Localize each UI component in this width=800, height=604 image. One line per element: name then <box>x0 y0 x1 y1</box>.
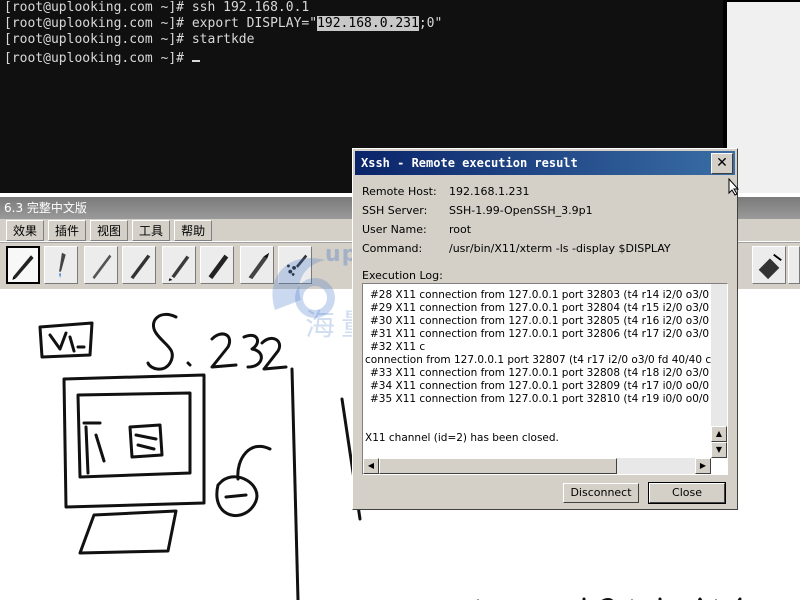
dialog-title: Xssh - Remote execution result <box>361 156 578 170</box>
scroll-right-icon[interactable]: ▶ <box>695 458 711 474</box>
brush-knife-icon[interactable] <box>240 246 274 284</box>
menu-plugins[interactable]: 插件 <box>48 220 87 241</box>
brush-pen-icon[interactable] <box>6 246 40 284</box>
command-text: startkde <box>191 32 255 47</box>
brush-dropper-icon[interactable] <box>44 246 78 284</box>
field-value: root <box>449 223 472 236</box>
scroll-left-icon[interactable]: ◀ <box>363 458 379 474</box>
command-text: export DISPLAY=" <box>191 16 318 31</box>
log-line: #35 X11 connection from 127.0.0.1 port 3… <box>370 393 728 405</box>
log-vertical-scrollbar[interactable]: ▲ ▼ <box>711 284 727 458</box>
log-label: Execution Log: <box>362 269 443 282</box>
brush-bucket-icon[interactable] <box>752 246 786 284</box>
log-line: #30 X11 connection from 127.0.0.1 port 3… <box>370 315 728 327</box>
command-text: ssh 192.168.0.1 <box>191 0 310 15</box>
brush-charcoal-icon[interactable] <box>122 246 156 284</box>
terminal-line: [root@uplooking.com ~]# export DISPLAY="… <box>4 16 719 32</box>
prompt: [root@uplooking.com ~]# <box>4 0 192 15</box>
log-line: connection from 127.0.0.1 port 32807 (t4… <box>365 354 728 366</box>
command-text: ;0" <box>418 16 443 31</box>
log-line: #32 X11 c <box>370 341 426 353</box>
field-label: SSH Server: <box>362 204 428 217</box>
log-horizontal-scrollbar[interactable]: ◀ ▶ <box>363 458 711 474</box>
log-line: X11 channel (id=2) has been closed. <box>365 432 559 444</box>
brush-spray-icon[interactable] <box>278 246 312 284</box>
close-button[interactable]: Close <box>648 482 726 504</box>
menu-view[interactable]: 视图 <box>90 220 129 241</box>
prompt: [root@uplooking.com ~]# <box>4 16 192 31</box>
brush-airbrush-icon[interactable] <box>162 246 196 284</box>
terminal-line: [root@uplooking.com ~]# startkde <box>4 32 719 48</box>
mouse-pointer-icon <box>728 178 740 196</box>
field-value: /usr/bin/X11/xterm -ls -display $DISPLAY <box>449 242 671 255</box>
field-value: SSH-1.99-OpenSSH_3.9p1 <box>449 204 593 217</box>
menu-tools[interactable]: 工具 <box>132 220 171 241</box>
prompt: [root@uplooking.com ~]# <box>4 51 192 66</box>
field-label: Command: <box>362 242 423 255</box>
scroll-down-icon[interactable]: ▼ <box>711 442 727 458</box>
scroll-thumb[interactable] <box>379 458 617 474</box>
terminal-line: [root@uplooking.com ~]# ssh 192.168.0.1 <box>4 0 719 16</box>
menu-effects[interactable]: 效果 <box>6 220 45 241</box>
log-line: #34 X11 connection from 127.0.0.1 port 3… <box>370 380 728 392</box>
log-line: #31 X11 connection from 127.0.0.1 port 3… <box>370 328 728 340</box>
dialog-title-bar[interactable]: Xssh - Remote execution result ✕ <box>355 151 735 175</box>
painter-title: 6.3 完整中文版 <box>4 201 87 215</box>
disconnect-button[interactable]: Disconnect <box>563 483 639 503</box>
remote-result-dialog: Xssh - Remote execution result ✕ Remote … <box>352 148 738 510</box>
field-label: User Name: <box>362 223 427 236</box>
text-cursor <box>191 48 200 62</box>
log-line: #33 X11 connection from 127.0.0.1 port 3… <box>370 367 728 379</box>
brush-more-icon[interactable] <box>788 246 800 284</box>
button-label: Disconnect <box>570 486 632 499</box>
field-label: Remote Host: <box>362 185 437 198</box>
prompt: [root@uplooking.com ~]# <box>4 32 192 47</box>
log-line: #28 X11 connection from 127.0.0.1 port 3… <box>370 289 728 301</box>
close-icon[interactable]: ✕ <box>711 153 733 174</box>
brush-pencil-icon[interactable] <box>84 246 118 284</box>
terminal-line[interactable]: [root@uplooking.com ~]# <box>4 48 719 66</box>
button-label: Close <box>672 486 702 499</box>
scroll-up-icon[interactable]: ▲ <box>711 426 727 442</box>
field-value: 192.168.1.231 <box>449 185 530 198</box>
selected-text[interactable]: 192.168.0.231 <box>317 16 419 31</box>
execution-log[interactable]: #28 X11 connection from 127.0.0.1 port 3… <box>362 283 728 475</box>
menu-help[interactable]: 帮助 <box>174 220 213 241</box>
log-line: #29 X11 connection from 127.0.0.1 port 3… <box>370 302 728 314</box>
brush-marker-icon[interactable] <box>200 246 234 284</box>
